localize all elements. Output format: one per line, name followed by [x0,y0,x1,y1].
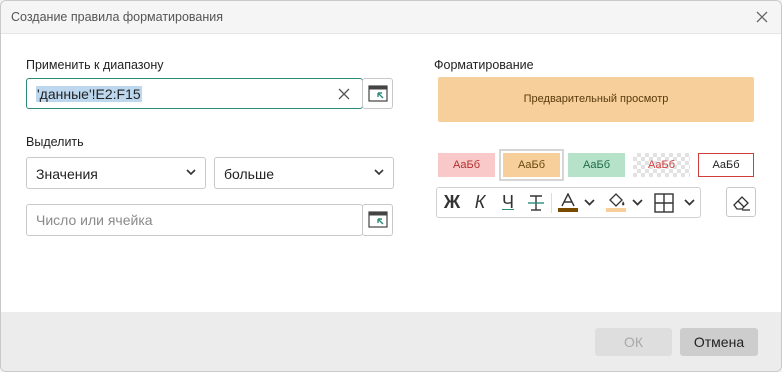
borders-icon [654,193,674,213]
value-input[interactable]: Число или ячейка [26,204,363,236]
chevron-down-icon [632,199,643,206]
preset-red-border[interactable]: АаБб [698,153,754,177]
chevron-down-icon [186,169,196,176]
fill-bucket-icon [606,193,626,212]
preset-red-fill[interactable]: АаБб [438,153,495,177]
apply-range-label: Применить к диапазону [26,58,164,72]
range-value: 'данные'!E2:F15 [36,86,142,102]
toolbar-divider [551,193,552,213]
select-value-cell-button[interactable] [362,204,393,236]
preset-red-text[interactable]: АаБб [633,153,690,177]
ok-button[interactable]: ОК [595,328,672,356]
formatting-label: Форматирование [434,58,534,72]
value-placeholder: Число или ячейка [36,212,153,228]
condition-value: больше [224,166,274,182]
highlight-type-select[interactable]: Значения [26,157,206,189]
preset-orange-fill[interactable]: АаБб [499,149,564,181]
underline-button[interactable]: Ч [497,188,519,217]
borders-button[interactable] [651,188,699,217]
chevron-down-icon [584,199,595,206]
clear-format-button[interactable] [726,187,756,217]
strikethrough-icon [528,195,544,211]
highlight-label: Выделить [26,135,84,149]
font-color-button[interactable] [555,188,599,217]
title-bar: Создание правила форматирования [1,1,781,34]
italic-button[interactable]: К [469,188,491,217]
range-input[interactable]: 'данные'!E2:F15 [26,78,363,109]
chevron-down-icon [684,199,695,206]
strikethrough-button[interactable] [523,188,549,217]
eraser-icon [733,196,750,211]
preset-green-fill[interactable]: АаБб [568,153,625,177]
format-preview: Предварительный просмотр [438,77,754,122]
highlight-type-value: Значения [36,166,98,182]
format-toolbar: Ж К Ч [436,187,701,218]
dialog-title: Создание правила форматирования [11,10,224,24]
clear-icon[interactable] [337,87,351,101]
select-range-button[interactable] [362,78,393,109]
cancel-button[interactable]: Отмена [680,328,758,356]
condition-select[interactable]: больше [214,157,394,189]
chevron-down-icon [374,169,384,176]
select-range-icon [368,85,388,102]
fill-color-button[interactable] [603,188,647,217]
select-range-icon [368,211,388,228]
format-rule-dialog: Создание правила форматирования Применит… [0,0,782,372]
close-icon[interactable] [753,8,771,26]
preview-text: Предварительный просмотр [523,93,669,105]
bold-button[interactable]: Ж [441,188,463,217]
font-color-icon [558,193,578,212]
